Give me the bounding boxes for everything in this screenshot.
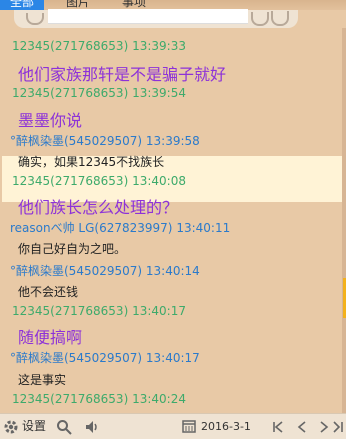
sender-name: °醉枫染墨(545029507) <box>10 134 143 148</box>
message-meta-2: 12345(271768653) 13:39:54 <box>12 86 346 100</box>
message-time: 13:40:14 <box>145 264 200 278</box>
settings-button[interactable]: 设置 <box>22 414 46 439</box>
tab-all[interactable]: 全部 <box>0 0 44 10</box>
message-text-5: 你自己好自为之吧。 <box>18 242 127 256</box>
sender-name: 12345(271768653) <box>12 86 129 100</box>
sender-name: reasonべ帅 LG(627823997) <box>10 221 173 235</box>
sender-name: °醉枫染墨(545029507) <box>10 264 143 278</box>
speaker-icon[interactable] <box>84 419 100 435</box>
message-time: 13:40:24 <box>132 392 186 406</box>
sender-name: 12345(271768653) <box>12 304 129 318</box>
message-meta-7: 12345(271768653) 13:40:17 <box>12 304 346 318</box>
search-clear-icon[interactable] <box>251 12 269 26</box>
date-label[interactable]: 2016-3-1 <box>201 414 251 439</box>
message-meta-9: 12345(271768653) 13:40:24 <box>12 392 346 406</box>
message-time: 13:40:08 <box>132 174 186 188</box>
message-time: 13:40:17 <box>145 351 200 365</box>
message-meta-4: 12345(271768653) 13:40:08 <box>12 174 346 188</box>
prev-page-icon[interactable] <box>295 420 309 434</box>
message-text-8: 这是事实 <box>18 373 67 387</box>
sender-name: 12345(271768653) <box>12 392 129 406</box>
search-input[interactable] <box>48 9 248 24</box>
sender-name: 12345(271768653) <box>12 39 129 53</box>
first-page-icon[interactable] <box>271 420 285 434</box>
message-text-6: 他不会还钱 <box>18 285 79 299</box>
calendar-icon[interactable] <box>182 419 196 433</box>
scrollbar-track[interactable] <box>342 28 346 413</box>
message-time: 13:39:58 <box>145 134 200 148</box>
message-meta-1: 12345(271768653) 13:39:33 <box>12 39 346 53</box>
next-page-icon[interactable] <box>317 420 331 434</box>
sender-name: °醉枫染墨(545029507) <box>10 351 143 365</box>
message-meta-5: reasonべ帅 LG(627823997) 13:40:11 <box>10 219 346 236</box>
message-time: 13:40:17 <box>132 304 186 318</box>
message-time: 13:40:11 <box>176 221 231 235</box>
message-text-7: 随便搞啊 <box>18 328 83 347</box>
last-page-icon[interactable] <box>332 420 344 434</box>
search-options-icon[interactable] <box>271 11 289 26</box>
message-text-3: 确实，如果12345不找族长 <box>18 155 165 169</box>
message-meta-8: °醉枫染墨(545029507) 13:40:17 <box>10 349 346 366</box>
gear-icon[interactable] <box>3 419 19 435</box>
sender-name: 12345(271768653) <box>12 174 129 188</box>
message-time: 13:39:54 <box>132 86 186 100</box>
message-meta-6: °醉枫染墨(545029507) 13:40:14 <box>10 262 346 279</box>
message-text-1: 他们家族那轩是不是骗子就好 <box>18 65 227 84</box>
chat-history[interactable]: 12345(271768653) 13:39:33 他们家族那轩是不是骗子就好 … <box>0 28 342 413</box>
message-time: 13:39:33 <box>132 39 186 53</box>
message-text-4: 他们族长怎么处理的？ <box>18 198 179 217</box>
message-text-2: 墨墨你说 <box>18 111 83 130</box>
message-meta-3: °醉枫染墨(545029507) 13:39:58 <box>10 132 346 149</box>
bottom-toolbar: 设置 2016-3-1 <box>0 413 346 439</box>
search-icon[interactable] <box>56 419 72 435</box>
